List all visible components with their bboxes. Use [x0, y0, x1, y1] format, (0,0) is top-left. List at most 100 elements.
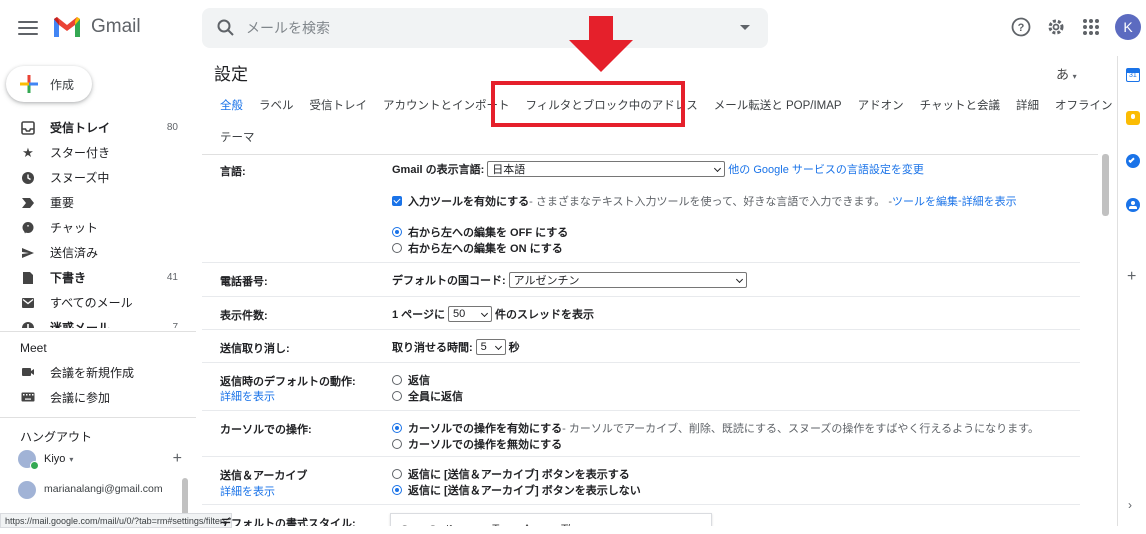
- font-size-icon[interactable]: ▾ T‿: [483, 522, 509, 526]
- tab-inbox[interactable]: 受信トレイ: [302, 97, 376, 113]
- tab-forwarding-pop-imap[interactable]: メール転送と POP/IMAP: [706, 97, 850, 113]
- country-code-select[interactable]: アルゼンチン: [508, 272, 747, 288]
- undo-send-row: 送信取り消し: 取り消せる時間: 5 秒: [202, 330, 1080, 363]
- reply-radio[interactable]: [392, 375, 402, 385]
- send-archive-show-option[interactable]: 返信に [送信＆アーカイブ] ボタンを表示する: [392, 466, 630, 482]
- nav-item-snoozed[interactable]: スヌーズ中: [0, 165, 196, 190]
- tab-addons[interactable]: アドオン: [850, 97, 912, 113]
- tab-advanced[interactable]: 詳細: [1008, 97, 1047, 113]
- reply-all-label: 全員に返信: [408, 391, 463, 403]
- page-size-select[interactable]: 50: [447, 306, 492, 322]
- settings-panel: 言語: Gmail の表示言語: 日本語 他の Google サービスの言語設定…: [202, 154, 1098, 526]
- draft-icon: [20, 270, 36, 286]
- reply-all-radio[interactable]: [392, 391, 402, 401]
- send-archive-show-radio[interactable]: [392, 469, 402, 479]
- nav-item-inbox[interactable]: 受信トレイ 80: [0, 115, 196, 140]
- hover-enable-label: カーソルでの操作を有効にする: [408, 423, 563, 435]
- font-family-select[interactable]: Sans Serif: [401, 524, 452, 526]
- rtl-off-option[interactable]: 右から左への編集を OFF にする: [392, 224, 568, 240]
- send-archive-learn-more-link[interactable]: 詳細を表示: [220, 483, 275, 499]
- country-code-line: デフォルトの国コード: アルゼンチン: [392, 272, 750, 288]
- undo-send-value: 5: [480, 341, 487, 353]
- nav-item-count: 80: [166, 122, 178, 133]
- input-tools-description: - さまざまなテキスト入力ツールを使って、好きな言語で入力できます。 -: [529, 196, 893, 208]
- send-archive-hide-option[interactable]: 返信に [送信＆アーカイブ] ボタンを表示しない: [392, 482, 641, 498]
- new-conversation-plus-icon[interactable]: +: [173, 450, 182, 468]
- tab-themes[interactable]: テーマ: [220, 129, 255, 145]
- compose-button[interactable]: 作成: [6, 66, 92, 102]
- nav-item-count: 7: [172, 322, 178, 328]
- main-menu-button[interactable]: [14, 14, 42, 42]
- search-bar[interactable]: [202, 8, 768, 48]
- meet-divider: [0, 417, 196, 418]
- nav-item-all-mail[interactable]: すべてのメール: [0, 290, 196, 315]
- reply-default-learn-more-link[interactable]: 詳細を表示: [220, 388, 275, 404]
- reply-all-option[interactable]: 全員に返信: [392, 388, 463, 404]
- contacts-icon[interactable]: [1126, 198, 1140, 212]
- page-title: 設定: [214, 65, 248, 84]
- search-options-icon[interactable]: [740, 25, 750, 30]
- hangouts-scrollbar[interactable]: [182, 478, 188, 518]
- settings-scrollbar[interactable]: [1101, 154, 1110, 526]
- input-tools-line: 入力ツールを有効にする - さまざまなテキスト入力ツールを使って、好きな言語で入…: [392, 193, 1017, 209]
- show-side-panel-chevron-icon[interactable]: ›: [1128, 498, 1132, 512]
- chevron-down-icon: [480, 309, 489, 318]
- remove-formatting-icon[interactable]: T̸: [561, 522, 568, 526]
- page-size-prefix: 1 ページに: [392, 309, 445, 321]
- tab-general[interactable]: 全般: [212, 97, 251, 113]
- display-language-label: Gmail の表示言語:: [392, 164, 485, 176]
- hover-disable-option[interactable]: カーソルでの操作を無効にする: [392, 436, 562, 452]
- country-code-label: デフォルトの国コード:: [392, 275, 506, 287]
- rtl-on-option[interactable]: 右から左への編集を ON にする: [392, 240, 563, 256]
- tasks-icon[interactable]: [1126, 154, 1140, 168]
- search-icon[interactable]: [216, 18, 236, 38]
- tab-chat-meet[interactable]: チャットと会議: [912, 97, 1008, 113]
- rtl-on-radio[interactable]: [392, 243, 402, 253]
- account-avatar[interactable]: K: [1115, 14, 1141, 40]
- settings-gear-icon[interactable]: [1045, 16, 1067, 38]
- apps-grid-icon[interactable]: [1080, 16, 1102, 38]
- tab-labels[interactable]: ラベル: [251, 97, 302, 113]
- send-archive-hide-radio[interactable]: [392, 485, 402, 495]
- page-size-row: 表示件数: 1 ページに 50 件のスレッドを表示: [202, 297, 1080, 330]
- nav-item-spam[interactable]: 迷惑メール 7: [0, 315, 196, 328]
- hangouts-user-row[interactable]: Kiyo ▾ +: [18, 449, 188, 470]
- hangouts-contact-email[interactable]: marianalangi@gmail.com: [44, 483, 163, 495]
- keep-icon[interactable]: [1126, 111, 1140, 125]
- help-icon[interactable]: ?: [1010, 16, 1032, 38]
- page-size-line: 1 ページに 50 件のスレッドを表示: [392, 306, 594, 322]
- calendar-icon[interactable]: 31: [1126, 68, 1140, 82]
- new-meeting-link[interactable]: 会議を新規作成: [20, 361, 134, 383]
- get-addons-plus-icon[interactable]: +: [1127, 268, 1136, 286]
- join-meeting-link[interactable]: 会議に参加: [20, 386, 110, 408]
- edit-tools-link[interactable]: ツールを編集: [892, 193, 958, 209]
- display-language-select[interactable]: 日本語: [487, 161, 726, 177]
- input-tools-learn-more-link[interactable]: 詳細を表示: [962, 193, 1017, 209]
- user-status-caret-icon[interactable]: ▾: [69, 455, 73, 464]
- text-style-editor[interactable]: Sans Serif ▾ T‿ A ▾ T̸: [390, 513, 712, 526]
- nav-item-chat[interactable]: " チャット: [0, 215, 196, 240]
- settings-scroll-thumb[interactable]: [1102, 154, 1109, 216]
- hover-enable-radio[interactable]: [392, 423, 402, 433]
- hover-disable-radio[interactable]: [392, 439, 402, 449]
- rtl-off-radio[interactable]: [392, 227, 402, 237]
- nav-item-label: 送信済み: [50, 246, 99, 260]
- search-input[interactable]: [246, 8, 726, 48]
- hover-enable-option[interactable]: カーソルでの操作を有効にする - カーソルでアーカイブ、削除、既読にする、スヌー…: [392, 420, 1039, 436]
- reply-default-label: 返信時のデフォルトの動作:: [220, 376, 356, 388]
- nav-item-starred[interactable]: ★ スター付き: [0, 140, 196, 165]
- input-tools-button[interactable]: あ ▾: [1056, 64, 1077, 83]
- nav-item-important[interactable]: 重要: [0, 190, 196, 215]
- tab-offline[interactable]: オフライン: [1047, 97, 1121, 113]
- hover-actions-label: カーソルでの操作:: [220, 424, 312, 436]
- undo-send-prefix: 取り消せる時間:: [392, 342, 473, 354]
- text-color-icon[interactable]: A ▾: [523, 522, 540, 526]
- input-tools-checkbox[interactable]: [392, 196, 402, 206]
- undo-send-select[interactable]: 5: [475, 339, 506, 355]
- nav-item-drafts[interactable]: 下書き 41: [0, 265, 196, 290]
- other-services-language-link[interactable]: 他の Google サービスの言語設定を変更: [728, 161, 924, 177]
- text-style-label: デフォルトの書式スタイル:: [220, 518, 356, 526]
- mail-icon: [20, 295, 36, 311]
- nav-item-sent[interactable]: 送信済み: [0, 240, 196, 265]
- reply-option[interactable]: 返信: [392, 372, 430, 388]
